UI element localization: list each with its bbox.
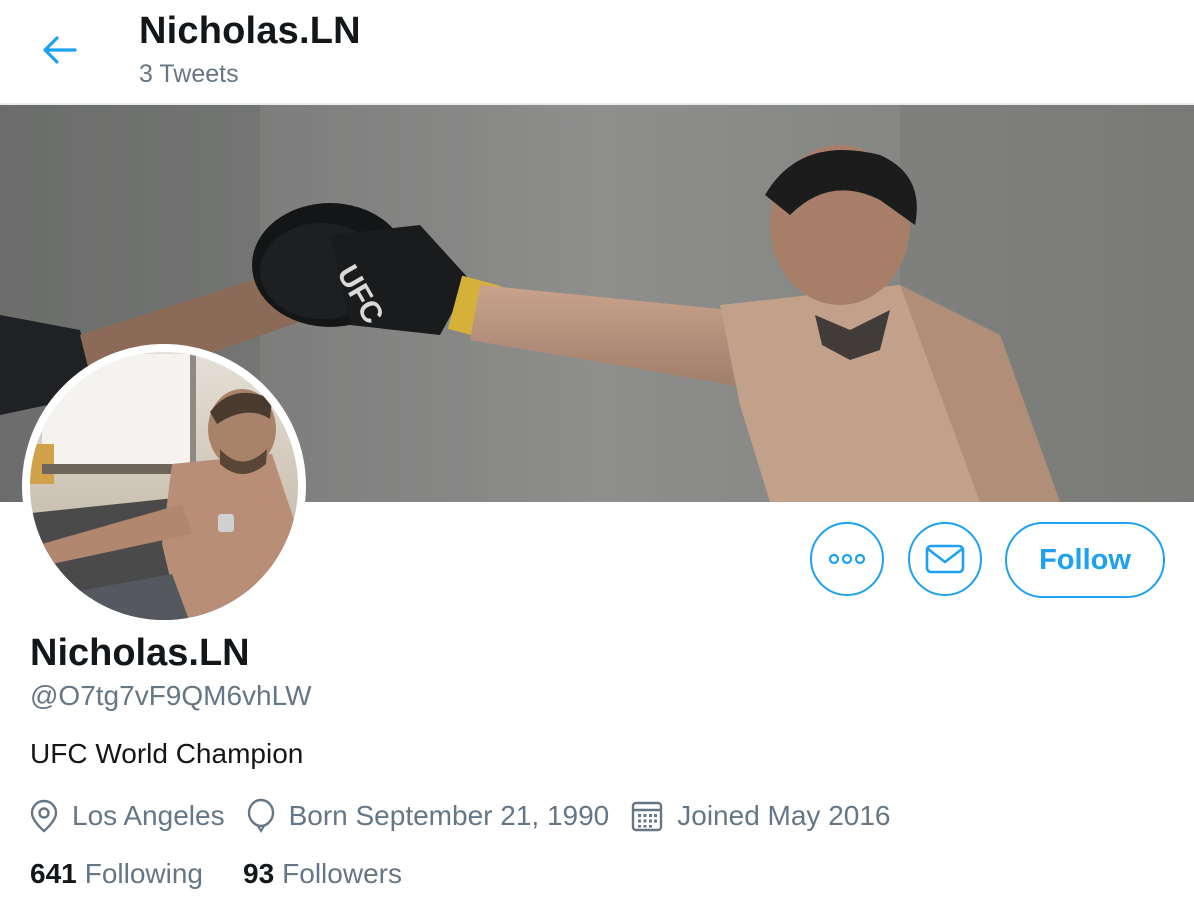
following-label: Following	[84, 858, 203, 889]
following-link[interactable]: 641 Following	[30, 858, 203, 890]
profile-stats-row: 641 Following 93 Followers	[30, 852, 442, 896]
header-title: Nicholas.LN	[139, 10, 361, 52]
message-button[interactable]	[908, 522, 982, 596]
followers-link[interactable]: 93 Followers	[243, 858, 402, 890]
followers-label: Followers	[282, 858, 402, 889]
profile-bio: UFC World Champion	[30, 738, 304, 769]
envelope-icon	[925, 544, 965, 574]
avatar-photo	[30, 352, 298, 620]
more-button[interactable]	[810, 522, 884, 596]
following-count: 641	[30, 858, 77, 889]
balloon-icon	[247, 798, 274, 833]
profile-display-name: Nicholas.LN	[30, 632, 250, 674]
tweet-count: 3 Tweets	[139, 60, 239, 88]
profile-handle: @O7tg7vF9QM6vhLW	[30, 680, 312, 711]
birthday-item: Born September 21, 1990	[247, 798, 610, 834]
back-button[interactable]	[30, 28, 90, 72]
location-text: Los Angeles	[72, 800, 225, 831]
more-dots-icon	[828, 553, 866, 565]
profile-avatar[interactable]	[22, 344, 306, 628]
joined-text: Joined May 2016	[677, 800, 891, 831]
joined-item: Joined May 2016	[631, 800, 891, 832]
birthday-text: Born September 21, 1990	[288, 800, 610, 831]
calendar-icon	[632, 801, 663, 832]
profile-page: Nicholas.LN 3 Tweets UFC Follow Nicholas…	[0, 0, 1194, 902]
profile-meta-row: Los Angeles Born September 21, 1990 Join…	[30, 792, 913, 840]
location-pin-icon	[30, 799, 58, 833]
location-item: Los Angeles	[30, 799, 225, 833]
arrow-left-icon	[43, 36, 77, 64]
follow-button[interactable]: Follow	[1005, 522, 1165, 598]
followers-count: 93	[243, 858, 275, 889]
profile-header-bar: Nicholas.LN 3 Tweets	[0, 0, 1194, 105]
